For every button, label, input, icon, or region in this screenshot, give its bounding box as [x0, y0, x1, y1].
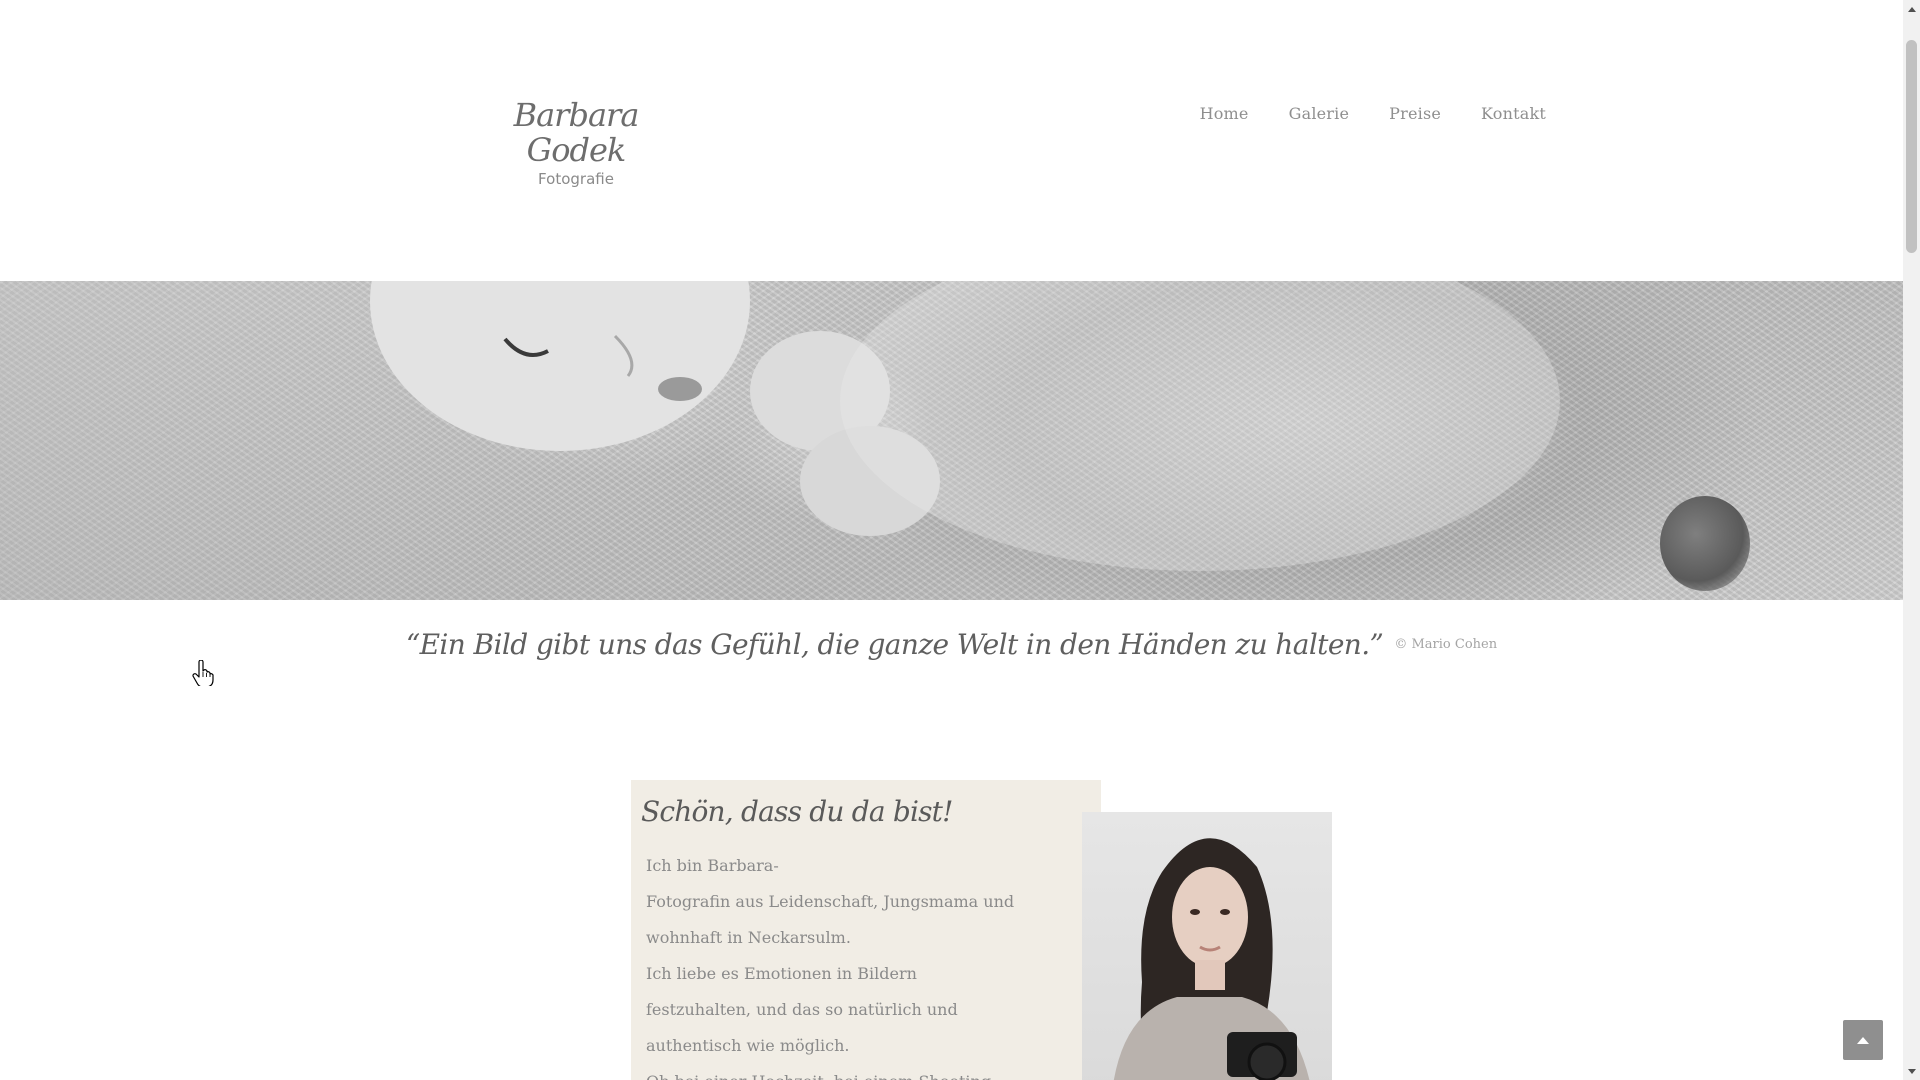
portrait-photo	[1082, 812, 1332, 1080]
quote-credit: © Mario Cohen	[1394, 637, 1498, 652]
hero-shadow	[1660, 496, 1750, 591]
quote: “Ein Bild gibt uns das Gefühl, die ganze…	[0, 628, 1903, 661]
portrait-camera-lens	[1247, 1042, 1287, 1080]
nav-item-home[interactable]: Home	[1200, 104, 1249, 123]
portrait-illustration	[1113, 838, 1310, 1080]
welcome-paragraph: Ich bin Barbara-	[646, 856, 779, 875]
scroll-down-arrow[interactable]	[1903, 1063, 1920, 1080]
welcome-paragraph: Ich liebe es Emotionen in Bildern festzu…	[646, 964, 958, 1055]
logo-subtitle: Fotografie	[538, 170, 614, 189]
main-navigation: Home Galerie Preise Kontakt	[1200, 104, 1546, 123]
logo-name: Barbara Godek	[513, 96, 640, 170]
nav-item-preise[interactable]: Preise	[1389, 104, 1441, 123]
vertical-scrollbar[interactable]	[1903, 0, 1920, 1080]
portrait-eye	[1190, 909, 1200, 915]
page: Barbara Godek Fotografie Home Galerie Pr…	[0, 0, 1920, 1080]
back-to-top-button[interactable]	[1843, 1020, 1883, 1060]
welcome-title: Schön, dass du da bist!	[641, 795, 953, 828]
hero-baby-illustration	[370, 281, 1560, 571]
blanket-wrap	[840, 281, 1560, 571]
welcome-paragraph: Ob bei einer Hochzeit, bei einem Shootin…	[646, 1064, 1016, 1080]
hand-pointer-icon	[192, 660, 214, 686]
site-header: Barbara Godek Fotografie Home Galerie Pr…	[0, 0, 1903, 281]
scroll-up-icon	[1907, 6, 1916, 12]
scroll-down-icon	[1907, 1068, 1916, 1074]
chevron-up-icon	[1857, 1037, 1869, 1044]
nav-item-kontakt[interactable]: Kontakt	[1481, 104, 1546, 123]
portrait-face	[1172, 867, 1248, 967]
hero-image	[0, 281, 1903, 600]
baby-head	[370, 281, 750, 451]
welcome-text: Ich bin Barbara- Fotografin aus Leidensc…	[646, 848, 1016, 1080]
portrait-neck	[1195, 960, 1225, 990]
portrait-eye	[1220, 909, 1230, 915]
scroll-up-arrow[interactable]	[1903, 0, 1920, 17]
baby-lips	[658, 377, 702, 401]
welcome-paragraph: Fotografin aus Leidenschaft, Jungsmama u…	[646, 892, 1015, 947]
quote-text: “Ein Bild gibt uns das Gefühl, die ganze…	[405, 628, 1384, 661]
nav-item-galerie[interactable]: Galerie	[1289, 104, 1350, 123]
site-logo[interactable]: Barbara Godek Fotografie	[486, 96, 666, 189]
scrollbar-thumb[interactable]	[1906, 40, 1917, 253]
